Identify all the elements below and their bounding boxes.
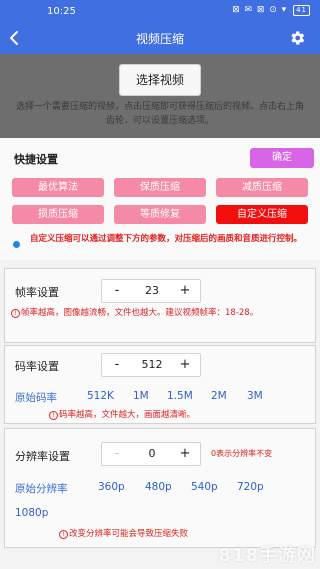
- resolution-label: 分辨率设置: [15, 450, 70, 463]
- resolution-panel: 分辨率设置 - 0 + 0表示分辨率不变 原始分辨率 360p 480p 540…: [4, 428, 316, 548]
- bitrate-minus-button[interactable]: -: [102, 354, 132, 376]
- preset-quality-reduce[interactable]: 减质压缩: [216, 178, 308, 197]
- bitrate-plus-button[interactable]: +: [170, 354, 200, 376]
- gear-icon[interactable]: [288, 29, 306, 47]
- status-icons: ⊠ ✉ ⊠ ⊙ ▾ 41: [232, 5, 310, 16]
- framerate-value[interactable]: 23: [132, 280, 172, 302]
- bitrate-warning-text: 码率越高，文件越大，画面越清晰。: [59, 410, 196, 420]
- framerate-minus-button[interactable]: -: [102, 280, 132, 302]
- bitrate-option-1m[interactable]: 1M: [133, 390, 149, 402]
- select-description: 选择一个需要压缩的视频，点击压缩即可获得压缩后的视频。点击右上角齿轮，可以设置压…: [15, 102, 304, 126]
- framerate-plus-button[interactable]: +: [170, 280, 200, 302]
- resolution-stepper: - 0 +: [101, 442, 201, 466]
- title-bar: 视频压缩: [0, 22, 320, 54]
- warning-icon: !: [11, 309, 20, 318]
- status-time: 10:25: [47, 6, 76, 17]
- framerate-warning-text: 帧率越高，图像越流畅，文件也越大。建议视频帧率：18-28。: [21, 308, 259, 318]
- bitrate-label: 码率设置: [15, 360, 59, 373]
- warning-icon: !: [59, 530, 68, 539]
- custom-note: 自定义压缩可以通过调整下方的参数，对压缩后的画质和音质进行控制。: [30, 234, 303, 244]
- select-video-button[interactable]: 选择视频: [119, 64, 201, 96]
- status-bar: 10:25 ⊠ ✉ ⊠ ⊙ ▾ 41: [0, 0, 320, 22]
- bitrate-warning: ! 码率越高，文件越大，画面越清晰。: [49, 409, 195, 422]
- resolution-option-540p[interactable]: 540p: [191, 481, 218, 493]
- framerate-label: 帧率设置: [15, 286, 59, 299]
- preset-quality-keep[interactable]: 保质压缩: [114, 178, 206, 197]
- resolution-minus-button[interactable]: -: [102, 443, 132, 465]
- bitrate-panel: 码率设置 - 512 + 原始码率 512K 1M 1.5M 2M 3M ! 码率…: [4, 345, 316, 424]
- bitrate-stepper: - 512 +: [101, 353, 201, 377]
- quick-settings: 快捷设置 确定 最优算法 保质压缩 减质压缩 损质压缩 等质修复 自定义压缩 自…: [0, 138, 320, 260]
- confirm-button[interactable]: 确定: [250, 148, 314, 168]
- resolution-option-720p[interactable]: 720p: [237, 481, 264, 493]
- preset-best-algorithm[interactable]: 最优算法: [12, 178, 104, 197]
- resolution-value[interactable]: 0: [132, 443, 172, 465]
- system-icons: ⊠ ✉ ⊠ ⊙ ▾: [232, 5, 288, 15]
- resolution-warning: ! 改变分辨率可能会导致压缩失败: [59, 528, 188, 541]
- framerate-warning: ! 帧率越高，图像越流畅，文件也越大。建议视频帧率：18-28。: [11, 307, 301, 320]
- bitrate-option-512k[interactable]: 512K: [87, 390, 114, 402]
- resolution-plus-button[interactable]: +: [170, 443, 200, 465]
- warning-icon: !: [49, 411, 58, 420]
- preset-custom[interactable]: 自定义压缩: [216, 205, 308, 224]
- select-video-area: 选择视频 选择一个需要压缩的视频，点击压缩即可获得压缩后的视频。点击右上角齿轮，…: [0, 54, 320, 138]
- bitrate-original-label: 原始码率: [15, 392, 57, 404]
- resolution-original-label: 原始分辨率: [15, 483, 68, 495]
- resolution-option-480p[interactable]: 480p: [145, 481, 172, 493]
- watermark: 818手游网: [218, 545, 316, 566]
- preset-quality-loss[interactable]: 损质压缩: [12, 205, 104, 224]
- framerate-stepper: - 23 +: [101, 279, 201, 303]
- resolution-option-1080p[interactable]: 1080p: [15, 507, 48, 519]
- info-dot-icon: [13, 241, 20, 248]
- bitrate-option-2m[interactable]: 2M: [211, 390, 227, 402]
- battery-icon: 41: [293, 5, 310, 16]
- resolution-option-360p[interactable]: 360p: [98, 481, 125, 493]
- quick-settings-title: 快捷设置: [14, 153, 58, 166]
- framerate-panel: 帧率设置 - 23 + ! 帧率越高，图像越流畅，文件也越大。建议视频帧率：18-…: [4, 268, 316, 343]
- page-title: 视频压缩: [135, 32, 184, 46]
- resolution-zero-note: 0表示分辨率不变: [211, 449, 273, 458]
- bitrate-value[interactable]: 512: [132, 354, 172, 376]
- preset-equal-repair[interactable]: 等质修复: [114, 205, 206, 224]
- bitrate-option-3m[interactable]: 3M: [247, 390, 263, 402]
- bitrate-option-1-5m[interactable]: 1.5M: [167, 390, 193, 402]
- resolution-warning-text: 改变分辨率可能会导致压缩失败: [69, 529, 189, 539]
